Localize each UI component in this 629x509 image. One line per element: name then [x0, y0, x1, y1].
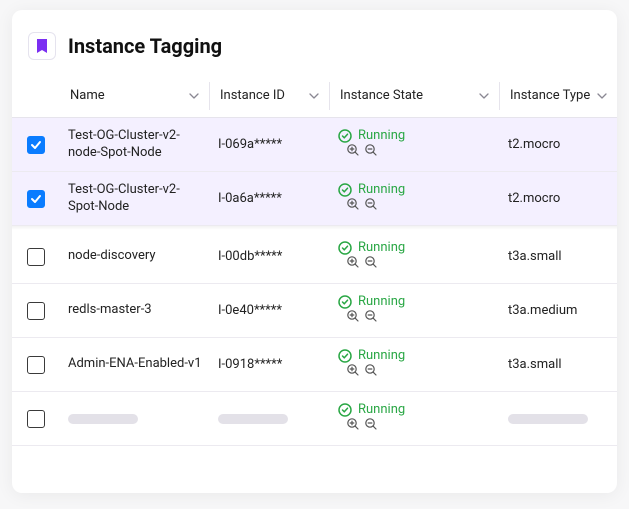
instance-id: I-069a***** — [210, 131, 330, 158]
column-label: Instance Type — [510, 88, 590, 103]
table-header-row: Name Instance ID Instance State Instance… — [12, 74, 617, 118]
column-header-instance-id[interactable]: Instance ID — [210, 82, 330, 110]
status-running-icon — [338, 295, 352, 309]
instance-state: Running — [330, 122, 500, 167]
instance-id: I-0a6a***** — [210, 185, 330, 212]
row-checkbox[interactable] — [27, 136, 45, 154]
zoom-out-icon[interactable] — [364, 417, 378, 435]
table-row: Running — [12, 392, 617, 446]
row-checkbox[interactable] — [27, 410, 45, 428]
sort-icon — [309, 91, 319, 101]
page-title: Instance Tagging — [68, 34, 222, 58]
instance-state: Running — [330, 288, 500, 333]
instance-id: I-00db***** — [210, 243, 330, 270]
column-label: Instance State — [340, 88, 423, 103]
status-running-icon — [338, 241, 352, 255]
zoom-in-icon[interactable] — [346, 197, 360, 215]
zoom-out-icon[interactable] — [364, 363, 378, 381]
status-running-icon — [338, 183, 352, 197]
sort-icon — [189, 91, 199, 101]
zoom-in-icon[interactable] — [346, 363, 360, 381]
column-header-instance-state[interactable]: Instance State — [330, 82, 500, 110]
status-running-icon — [338, 129, 352, 143]
instance-name: Admin-ENA-Enabled-v1 — [60, 350, 210, 378]
instance-id: I-0e40***** — [210, 297, 330, 324]
column-header-name[interactable]: Name — [60, 82, 210, 110]
instance-name: node-discovery — [60, 242, 210, 270]
instance-id — [210, 408, 330, 430]
instance-name: redls-master-3 — [60, 296, 210, 324]
zoom-out-icon[interactable] — [364, 255, 378, 273]
row-checkbox[interactable] — [27, 302, 45, 320]
table-row: Admin-ENA-Enabled-v1I-0918***** Running t3… — [12, 338, 617, 392]
status-running-icon — [338, 403, 352, 417]
instance-type: t3a.small — [500, 351, 617, 378]
zoom-in-icon[interactable] — [346, 309, 360, 327]
instance-name — [60, 408, 210, 430]
column-header-instance-type[interactable]: Instance Type — [500, 82, 617, 110]
instance-tagging-card: Instance Tagging Name Instance ID Instan… — [12, 10, 617, 493]
row-checkbox[interactable] — [27, 356, 45, 374]
status-label: Running — [358, 348, 405, 363]
instance-type: t2.mocro — [500, 185, 617, 212]
card-header: Instance Tagging — [12, 10, 617, 74]
instance-state: Running — [330, 176, 500, 221]
zoom-out-icon[interactable] — [364, 197, 378, 215]
zoom-out-icon[interactable] — [364, 309, 378, 327]
instance-type: t3a.small — [500, 243, 617, 270]
zoom-out-icon[interactable] — [364, 143, 378, 161]
sort-icon — [479, 91, 489, 101]
table-row: Test-OG-Cluster-v2-Spot-NodeI-0a6a***** R… — [12, 172, 617, 226]
zoom-in-icon[interactable] — [346, 143, 360, 161]
status-label: Running — [358, 240, 405, 255]
instance-state: Running — [330, 396, 500, 441]
status-label: Running — [358, 402, 405, 417]
instance-type: t2.mocro — [500, 131, 617, 158]
header-checkbox-spacer — [12, 90, 60, 102]
column-label: Instance ID — [220, 88, 285, 103]
bookmark-icon — [28, 32, 56, 60]
zoom-in-icon[interactable] — [346, 255, 360, 273]
row-checkbox[interactable] — [27, 190, 45, 208]
instance-state: Running — [330, 234, 500, 279]
column-label: Name — [70, 88, 105, 103]
instance-name: Test-OG-Cluster-v2-node-Spot-Node — [60, 122, 210, 167]
table-row: redls-master-3I-0e40***** Running t3a.medi… — [12, 284, 617, 338]
zoom-in-icon[interactable] — [346, 417, 360, 435]
row-checkbox[interactable] — [27, 248, 45, 266]
instance-table: Name Instance ID Instance State Instance… — [12, 74, 617, 446]
instance-id: I-0918***** — [210, 351, 330, 378]
table-row: Test-OG-Cluster-v2-node-Spot-NodeI-069a*… — [12, 118, 617, 172]
sort-icon — [597, 91, 607, 101]
instance-type: t3a.medium — [500, 297, 617, 324]
instance-type — [500, 408, 617, 430]
status-label: Running — [358, 294, 405, 309]
instance-state: Running — [330, 342, 500, 387]
status-label: Running — [358, 128, 405, 143]
status-label: Running — [358, 182, 405, 197]
table-row: node-discoveryI-00db***** Running t3a.smal… — [12, 230, 617, 284]
status-running-icon — [338, 349, 352, 363]
instance-name: Test-OG-Cluster-v2-Spot-Node — [60, 176, 210, 221]
